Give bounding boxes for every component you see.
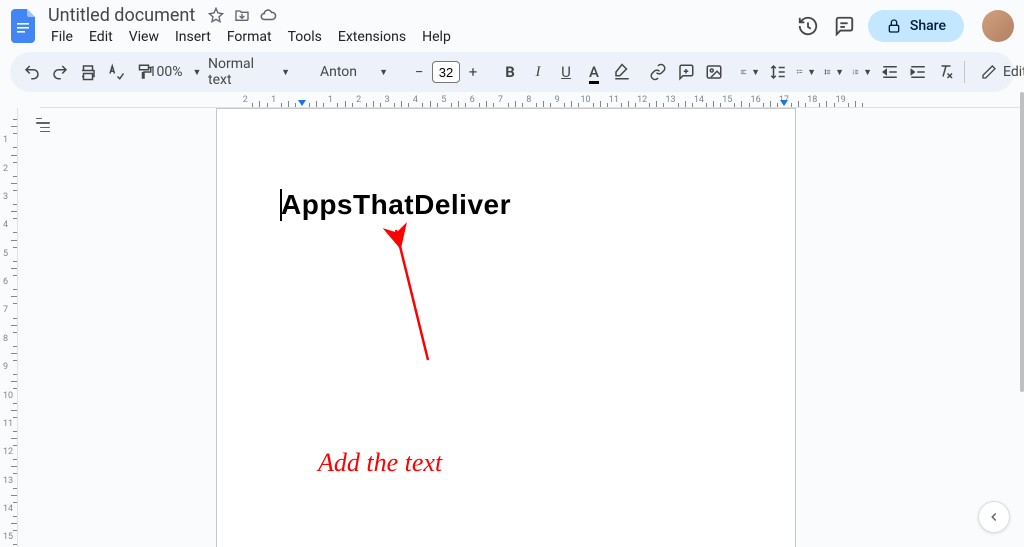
doc-title[interactable]: Untitled document [44,5,199,26]
menu-bar: File Edit View Insert Format Tools Exten… [44,26,790,48]
horizontal-ruler[interactable]: 2112345678910111213141516171819 [40,92,1020,108]
undo-button[interactable] [18,58,46,86]
menu-edit[interactable]: Edit [82,27,120,47]
text-color-button[interactable]: A [580,58,608,86]
font-size-input[interactable] [432,61,460,83]
explore-button[interactable] [978,501,1010,533]
increase-indent-button[interactable] [904,58,932,86]
underline-button[interactable]: U [552,58,580,86]
font-size-group: − + [404,61,488,83]
docs-logo-icon[interactable] [10,8,38,44]
menu-extensions[interactable]: Extensions [331,27,413,47]
document-canvas[interactable]: AppsThatDeliver Add the text [18,108,1020,547]
app-header: Untitled document File Edit View Insert … [0,0,1024,48]
print-button[interactable] [74,58,102,86]
title-area: Untitled document File Edit View Insert … [44,4,790,48]
add-comment-button[interactable] [672,58,700,86]
menu-insert[interactable]: Insert [168,27,218,47]
highlight-color-button[interactable] [608,58,636,86]
redo-button[interactable] [46,58,74,86]
menu-tools[interactable]: Tools [281,27,329,47]
share-button[interactable]: Share [868,10,964,42]
bulleted-list-button[interactable]: ▼ [820,58,848,86]
document-page[interactable]: AppsThatDeliver [216,108,796,547]
move-icon[interactable] [233,6,251,24]
font-dropdown[interactable]: Anton▼ [306,58,396,86]
document-body-text[interactable]: AppsThatDeliver [281,189,511,221]
numbered-list-button[interactable]: 123▼ [848,58,876,86]
toolbar: 100%▼ Normal text▼ Anton▼ − + B I U A ▼ … [10,52,1014,92]
decrease-indent-button[interactable] [876,58,904,86]
zoom-dropdown[interactable]: 100%▼ [158,58,186,86]
history-icon[interactable] [796,14,820,38]
align-button[interactable]: ▼ [736,58,764,86]
vertical-scrollbar[interactable] [1020,92,1024,547]
bold-button[interactable]: B [496,58,524,86]
share-label: Share [910,18,946,34]
cloud-status-icon[interactable] [259,6,277,24]
star-icon[interactable] [207,6,225,24]
header-actions: Share [796,10,1014,42]
scrollbar-thumb[interactable] [1020,92,1024,392]
outline-toggle-button[interactable] [32,114,54,136]
svg-text:3: 3 [853,73,855,76]
checklist-button[interactable]: ▼ [792,58,820,86]
line-spacing-button[interactable] [764,58,792,86]
menu-file[interactable]: File [44,27,80,47]
editing-mode-button[interactable]: Editing ▼ [969,64,1024,80]
document-area: 2112345678910111213141516171819 12345678… [0,92,1020,547]
font-size-increase-button[interactable]: + [462,61,484,83]
insert-link-button[interactable] [644,58,672,86]
paragraph-style-dropdown[interactable]: Normal text▼ [194,58,298,86]
italic-button[interactable]: I [524,58,552,86]
clear-formatting-button[interactable] [932,58,960,86]
menu-view[interactable]: View [122,27,166,47]
font-size-decrease-button[interactable]: − [408,61,430,83]
insert-image-button[interactable] [700,58,728,86]
spellcheck-button[interactable] [102,58,130,86]
menu-format[interactable]: Format [220,27,279,47]
menu-help[interactable]: Help [415,27,458,47]
vertical-ruler[interactable]: 12345678910111213141516 [0,108,18,547]
avatar[interactable] [982,10,1014,42]
comments-icon[interactable] [832,14,856,38]
